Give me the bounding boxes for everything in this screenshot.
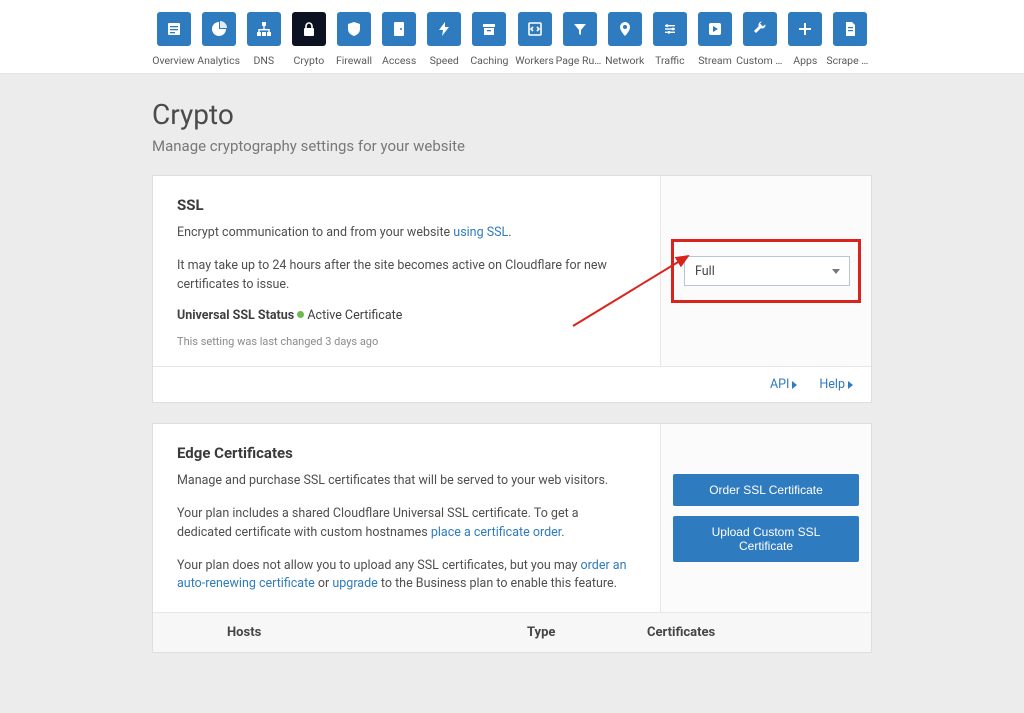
- nav-speed[interactable]: Speed: [423, 12, 466, 67]
- edge-p3: Your plan does not allow you to upload a…: [177, 558, 581, 573]
- nav-stream[interactable]: Stream: [694, 12, 737, 67]
- filter-icon: [563, 12, 597, 46]
- nav-label: Firewall: [336, 54, 372, 67]
- ssl-mode-select[interactable]: Full: [684, 256, 850, 286]
- nav-access[interactable]: Access: [378, 12, 421, 67]
- order-ssl-button[interactable]: Order SSL Certificate: [673, 474, 859, 506]
- document-icon: [833, 12, 867, 46]
- api-link-text: API: [770, 377, 789, 392]
- nav-label: Crypto: [294, 54, 325, 67]
- page-subtitle: Manage cryptography settings for your we…: [152, 137, 872, 155]
- nav-firewall[interactable]: Firewall: [333, 12, 376, 67]
- lock-icon: [292, 12, 326, 46]
- th-hosts: Hosts: [177, 625, 527, 640]
- caret-right-icon: [792, 381, 797, 389]
- nav-label: Access: [382, 54, 416, 67]
- place-certificate-order-link[interactable]: place a certificate order: [431, 525, 561, 540]
- nav-label: Caching: [470, 54, 508, 67]
- ssl-note: It may take up to 24 hours after the sit…: [177, 257, 636, 295]
- nav-label: Workers: [515, 54, 553, 67]
- bolt-icon: [427, 12, 461, 46]
- page-content: Crypto Manage cryptography settings for …: [152, 74, 872, 713]
- pin-icon: [608, 12, 642, 46]
- edge-p1: Manage and purchase SSL certificates tha…: [177, 472, 636, 491]
- archive-icon: [472, 12, 506, 46]
- door-icon: [382, 12, 416, 46]
- edge-title: Edge Certificates: [177, 444, 636, 462]
- nav-page-rules[interactable]: Page Rules: [558, 12, 601, 67]
- status-dot-icon: [297, 311, 304, 318]
- ssl-title: SSL: [177, 196, 636, 214]
- edge-p2-end: .: [561, 525, 564, 540]
- nav-scrape-shield[interactable]: Scrape Sh…: [829, 12, 872, 67]
- code-icon: [518, 12, 552, 46]
- nav-analytics[interactable]: Analytics: [197, 12, 240, 67]
- plus-icon: [788, 12, 822, 46]
- page-title: Crypto: [152, 98, 872, 131]
- list-icon: [157, 12, 191, 46]
- nav-workers[interactable]: Workers: [513, 12, 556, 67]
- nav-label: Traffic: [655, 54, 684, 67]
- nav-label: Network: [605, 54, 644, 67]
- upload-ssl-button[interactable]: Upload Custom SSL Certificate: [673, 516, 859, 562]
- edge-p3-end: to the Business plan to enable this feat…: [378, 576, 617, 591]
- help-link-text: Help: [819, 377, 845, 392]
- nav-label: Overview: [152, 54, 195, 67]
- nav-label: Custom P…: [736, 54, 784, 67]
- upgrade-link[interactable]: upgrade: [332, 576, 377, 591]
- nav-crypto[interactable]: Crypto: [287, 12, 330, 67]
- nav-dns[interactable]: DNS: [242, 12, 285, 67]
- nav-label: Analytics: [197, 54, 240, 67]
- ssl-desc-end: .: [508, 225, 511, 240]
- play-icon: [698, 12, 732, 46]
- nav-label: Stream: [698, 54, 732, 67]
- caret-right-icon: [848, 381, 853, 389]
- nav-network[interactable]: Network: [603, 12, 646, 67]
- ssl-card: SSL Encrypt communication to and from yo…: [152, 175, 872, 403]
- using-ssl-link[interactable]: using SSL: [453, 225, 508, 240]
- th-certs: Certificates: [647, 625, 847, 640]
- pie-chart-icon: [202, 12, 236, 46]
- nav-label: Scrape Sh…: [826, 54, 874, 67]
- wrench-icon: [743, 12, 777, 46]
- ssl-status-text: Active Certificate: [307, 308, 402, 323]
- edge-p3-mid: or: [315, 576, 333, 591]
- th-type: Type: [527, 625, 647, 640]
- nav-custom-pages[interactable]: Custom P…: [739, 12, 782, 67]
- api-link[interactable]: API: [770, 377, 797, 392]
- nav-traffic[interactable]: Traffic: [648, 12, 691, 67]
- cert-table-header: Hosts Type Certificates: [153, 612, 871, 652]
- nav-label: Apps: [793, 54, 817, 67]
- help-link[interactable]: Help: [819, 377, 853, 392]
- nav-caching[interactable]: Caching: [468, 12, 511, 67]
- ssl-meta: This setting was last changed 3 days ago: [177, 335, 636, 348]
- ssl-status-label: Universal SSL Status: [177, 308, 294, 323]
- annotation-highlight: Full: [671, 239, 861, 303]
- nav-label: Speed: [430, 54, 459, 67]
- sitemap-icon: [247, 12, 281, 46]
- nav-overview[interactable]: Overview: [152, 12, 195, 67]
- top-nav: Overview Analytics DNS Crypto Firewall: [0, 0, 1024, 74]
- ssl-desc: Encrypt communication to and from your w…: [177, 225, 453, 240]
- shield-icon: [337, 12, 371, 46]
- select-value: Full: [695, 264, 715, 279]
- nav-label: Page Rules: [556, 54, 604, 67]
- sliders-icon: [653, 12, 687, 46]
- nav-label: DNS: [253, 54, 274, 67]
- nav-apps[interactable]: Apps: [784, 12, 827, 67]
